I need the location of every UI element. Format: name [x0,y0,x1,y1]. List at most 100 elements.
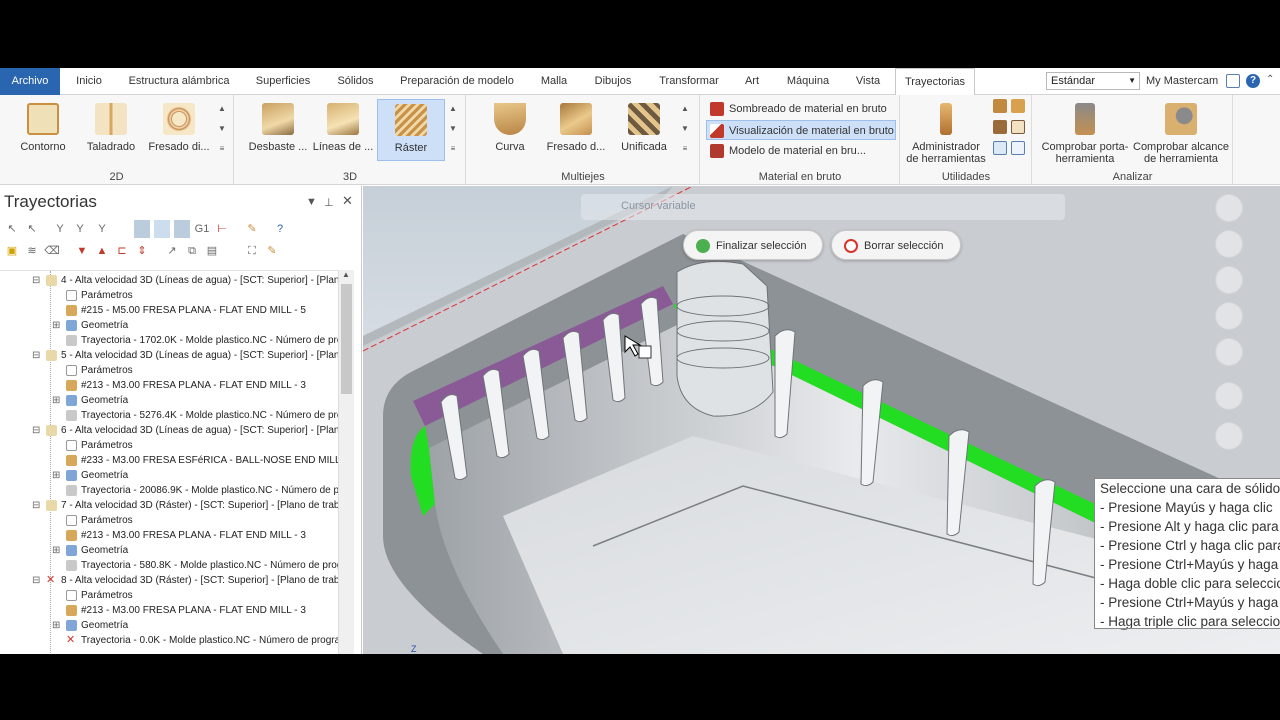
backplot-icon[interactable] [134,220,150,238]
expander-icon[interactable]: ⊟ [32,498,40,513]
stock-display-button[interactable]: Visualización de material en bruto [706,120,896,140]
operation-child-row[interactable]: ⊞ Geometría [52,393,128,408]
operation-row[interactable]: ⊟ 5 - Alta velocidad 3D (Líneas de agua) … [32,348,338,363]
select-all-icon[interactable]: ↖ [4,220,20,238]
pin-icon[interactable]: ⊥ [324,196,334,209]
finish-selection-button[interactable]: Finalizar selección [683,230,823,260]
operation-child-row[interactable]: #213 - M3.00 FRESA PLANA - FLAT END MILL… [66,603,306,618]
check-holder-button[interactable]: Comprobar porta-herramienta [1037,99,1133,165]
contour-button[interactable]: Contorno [12,99,74,161]
collapse-icon[interactable]: ▤ [204,242,220,260]
operation-child-row[interactable]: Parámetros [66,513,133,528]
curve-tool-icon[interactable] [1215,302,1243,330]
close-icon[interactable]: ✕ [342,193,353,209]
operation-child-row[interactable]: #215 - M5.00 FRESA PLANA - FLAT END MILL… [66,303,306,318]
regenerate-selected-icon[interactable]: Y [52,220,68,238]
insert-arrow-icon[interactable]: ⊏ [114,242,130,260]
scroll-up-icon[interactable]: ▲ [342,270,350,279]
help-icon[interactable]: ? [1246,74,1260,88]
tab-trayectorias[interactable]: Trayectorias [895,68,975,96]
expander-icon[interactable]: ⊟ [32,573,40,588]
operation-defaults-icon[interactable] [993,141,1007,155]
edit-icon[interactable]: ✎ [264,242,280,260]
expander-icon[interactable]: ⊟ [32,348,40,363]
expander-icon[interactable]: ⊞ [52,318,60,333]
show-all-icon[interactable]: ⧉ [184,242,200,260]
line-tool-icon[interactable] [1215,338,1243,366]
tab-wireframe[interactable]: Estructura alámbrica [120,68,238,95]
settings-gear-icon[interactable] [1215,194,1243,222]
collapse-ribbon-icon[interactable]: ⌃ [1266,74,1280,88]
circle-tool-icon[interactable] [1215,266,1243,294]
operation-child-row[interactable]: ✕ Trayectoria - 0.0K - Molde plastico.NC … [66,633,338,648]
operation-child-row[interactable]: #233 - M3.00 FRESA ESFéRICA - BALL-NOSE … [66,453,338,468]
tool-settings-icon[interactable] [993,99,1007,113]
toggle-posting-icon[interactable]: ≋ [24,242,40,260]
stock-shading-button[interactable]: Sombreado de material en bruto [707,99,895,119]
my-mastercam-link[interactable]: My Mastercam [1146,68,1218,95]
roughing-button[interactable]: Desbaste ... [243,99,313,161]
material-library-icon[interactable] [1011,120,1025,134]
no-entry-icon[interactable] [1215,230,1243,258]
highfeed-icon[interactable]: ✎ [244,220,260,238]
operation-child-row[interactable]: #213 - M3.00 FRESA PLANA - FLAT END MILL… [66,528,306,543]
expander-icon[interactable]: ⊞ [52,468,60,483]
tab-view[interactable]: Vista [849,68,887,95]
panel-menu-icon[interactable]: ▼ [306,196,317,208]
gallery-scroll-multiaxis[interactable]: ▲ ▼ ≡ [679,99,691,161]
delete-icon[interactable]: ⌫ [44,242,60,260]
expander-icon[interactable]: ⊞ [52,618,60,633]
tab-solids[interactable]: Sólidos [328,68,383,95]
operation-child-row[interactable]: ⊞ Geometría [52,468,128,483]
operation-child-row[interactable]: ⊞ Geometría [52,543,128,558]
expander-icon[interactable]: ⊞ [52,393,60,408]
operation-child-row[interactable]: ⊞ Geometría [52,318,128,333]
operation-child-row[interactable]: ⊞ Geometría [52,618,128,633]
operation-row[interactable]: ⊟ ✕ 8 - Alta velocidad 3D (Ráster) - [SCT:… [32,573,338,588]
tab-mesh[interactable]: Malla [531,68,577,95]
graphics-viewport[interactable]: Z Cursor variable Finalizar selección Bo… [363,186,1280,654]
operations-tree[interactable]: ⊟ 4 - Alta velocidad 3D (Líneas de agua) … [0,270,338,654]
move-up-icon[interactable]: ▲ [94,242,110,260]
cursor-mode-label[interactable]: Cursor variable [621,200,696,212]
operation-child-row[interactable]: Trayectoria - 1702.0K - Molde plastico.N… [66,333,338,348]
holder-library-icon[interactable] [993,120,1007,134]
toggle-display-icon[interactable]: Y [94,220,110,238]
check-reach-button[interactable]: Comprobar alcance de herramienta [1131,99,1231,165]
dimension-tool-icon[interactable] [1215,382,1243,410]
operation-row[interactable]: ⊟ 7 - Alta velocidad 3D (Ráster) - [SCT: … [32,498,338,513]
stock-model-button[interactable]: Modelo de material en bru... [707,141,895,161]
operation-child-row[interactable]: Trayectoria - 580.8K - Molde plastico.NC… [66,558,338,573]
gallery-scroll-2d[interactable]: ▲ ▼ ≡ [216,99,228,161]
tab-drafting[interactable]: Dibujos [585,68,641,95]
operation-child-row[interactable]: Parámetros [66,288,133,303]
operation-child-row[interactable]: #213 - M3.00 FRESA PLANA - FLAT END MILL… [66,378,306,393]
operation-child-row[interactable]: Trayectoria - 5276.4K - Molde plastico.N… [66,408,338,423]
swarf-button[interactable]: Fresado d... [543,99,609,161]
scroll-thumb[interactable] [341,284,352,394]
verify-icon[interactable] [154,220,170,238]
expander-icon[interactable]: ⊟ [32,273,40,288]
tool-manager-button[interactable]: Administrador de herramientas [905,99,987,165]
operation-row[interactable]: ⊟ 6 - Alta velocidad 3D (Líneas de agua) … [32,423,338,438]
regenerate-dirty-icon[interactable]: Y [72,220,88,238]
panel-help-icon[interactable]: ? [272,220,288,238]
post-icon[interactable]: ⊢ [214,220,230,238]
waterline-button[interactable]: Líneas de ... [311,99,375,161]
options-icon[interactable]: ⛶ [244,242,260,260]
post-processor-icon[interactable] [1011,141,1025,155]
operation-child-row[interactable]: Trayectoria - 20086.9K - Molde plastico.… [66,483,338,498]
move-down-icon[interactable]: ▼ [74,242,90,260]
scroll-to-insert-icon[interactable]: ⇕ [134,242,150,260]
expander-icon[interactable]: ⊞ [52,543,60,558]
tab-transform[interactable]: Transformar [649,68,729,95]
tab-archivo[interactable]: Archivo [0,68,60,95]
select-invalid-icon[interactable]: ↖ [24,220,40,238]
tool-library-icon[interactable] [1011,99,1025,113]
operation-child-row[interactable]: Parámetros [66,438,133,453]
raster-button[interactable]: Ráster [377,99,445,161]
lock-icon[interactable]: ▣ [4,242,20,260]
eraser-icon[interactable] [1215,422,1243,450]
expander-icon[interactable]: ⊟ [32,423,40,438]
gallery-scroll-3d[interactable]: ▲ ▼ ≡ [447,99,459,161]
